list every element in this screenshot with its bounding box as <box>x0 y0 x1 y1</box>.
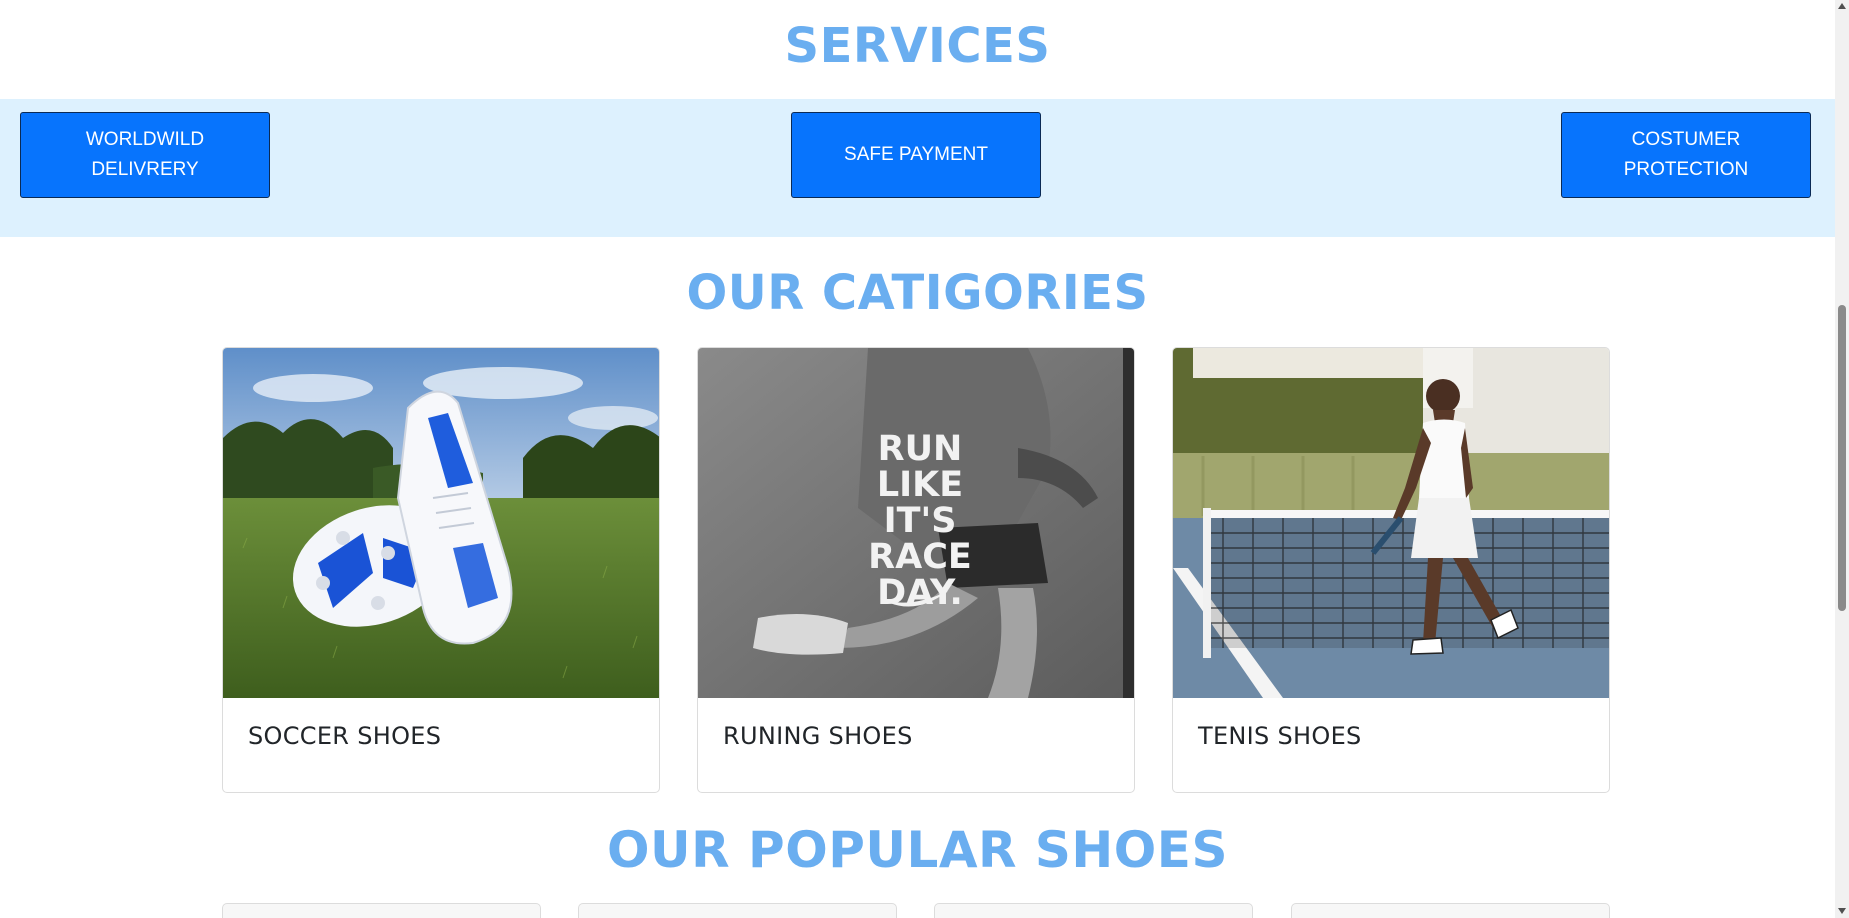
scrollbar-thumb[interactable] <box>1838 305 1846 611</box>
safe-payment-button[interactable]: SAFE PAYMENT <box>791 112 1041 198</box>
svg-text:RACE: RACE <box>868 537 972 577</box>
popular-shoe-card[interactable] <box>1291 903 1610 918</box>
category-card-running[interactable]: RUN LIKE IT'S RACE DAY. RUNING SHOES <box>697 347 1135 793</box>
running-image-text: RUN LIKE IT'S RACE DAY. <box>868 429 972 613</box>
soccer-shoes-image <box>223 348 659 698</box>
category-title-running[interactable]: RUNING SHOES <box>723 720 913 752</box>
category-card-soccer[interactable]: SOCCER SHOES <box>222 347 660 793</box>
customer-protection-button[interactable]: COSTUMER PROTECTION <box>1561 112 1811 198</box>
svg-text:IT'S: IT'S <box>884 501 957 541</box>
popular-shoe-card[interactable] <box>222 903 541 918</box>
vertical-scrollbar[interactable] <box>1835 0 1849 918</box>
services-heading: SERVICES <box>784 18 1051 74</box>
category-title-tennis[interactable]: TENIS SHOES <box>1198 720 1362 752</box>
category-card-tennis[interactable]: TENIS SHOES <box>1172 347 1610 793</box>
popular-shoe-card[interactable] <box>934 903 1253 918</box>
services-band: WORLDWILD DELIVRERY SAFE PAYMENT COSTUME… <box>0 99 1835 237</box>
running-shoes-image: RUN LIKE IT'S RACE DAY. <box>698 348 1134 698</box>
categories-heading: OUR CATIGORIES <box>686 265 1149 321</box>
worldwide-delivery-button[interactable]: WORLDWILD DELIVRERY <box>20 112 270 198</box>
svg-text:LIKE: LIKE <box>877 465 963 505</box>
svg-text:DAY.: DAY. <box>877 573 963 613</box>
scroll-down-arrow-icon[interactable] <box>1838 908 1846 914</box>
page: SERVICES WORLDWILD DELIVRERY SAFE PAYMEN… <box>0 0 1835 918</box>
scroll-up-arrow-icon[interactable] <box>1838 3 1846 9</box>
popular-shoe-card[interactable] <box>578 903 897 918</box>
tennis-shoes-image <box>1173 348 1609 698</box>
category-title-soccer[interactable]: SOCCER SHOES <box>248 720 441 752</box>
svg-text:RUN: RUN <box>878 429 963 469</box>
popular-shoes-heading: OUR POPULAR SHOES <box>607 821 1228 879</box>
